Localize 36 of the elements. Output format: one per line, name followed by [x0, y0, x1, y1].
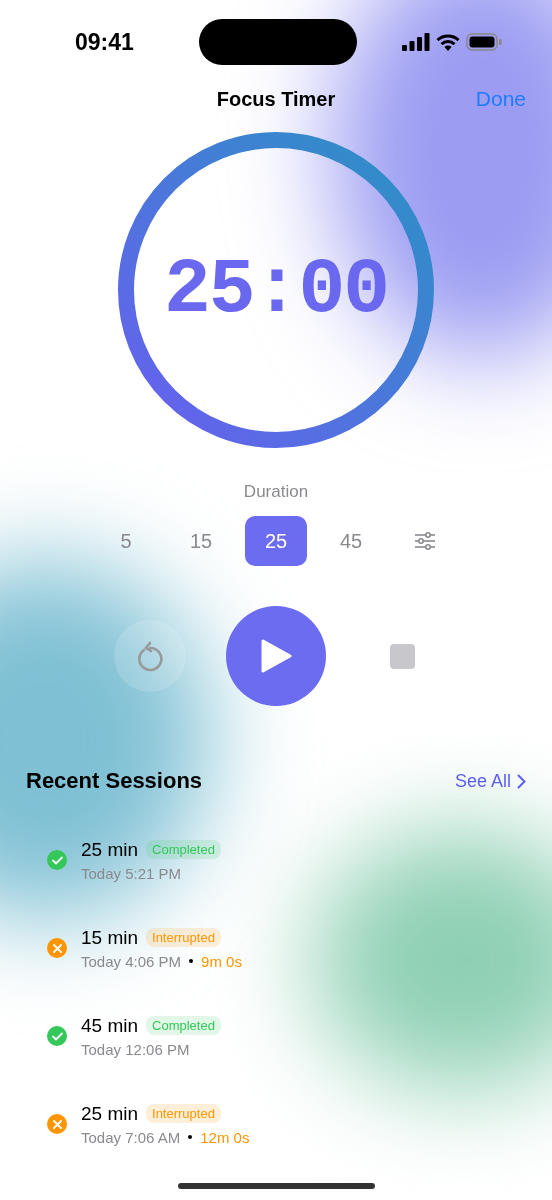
status-badge: Interrupted: [146, 1104, 221, 1123]
check-icon: [51, 855, 63, 865]
session-time: Today 5:21 PM: [81, 864, 182, 882]
duration-option[interactable]: 25: [245, 516, 307, 566]
session-time: Today 7:06 AM: [81, 1128, 181, 1146]
check-icon: [51, 1031, 63, 1041]
status-badge: Completed: [146, 840, 221, 859]
duration-option[interactable]: 45: [320, 516, 382, 566]
session-duration: 45 min: [81, 1014, 139, 1037]
nav-title: Focus Timer: [216, 87, 336, 111]
session-duration: 25 min: [81, 838, 139, 861]
battery-icon: [466, 33, 502, 51]
bullet-icon: [188, 1135, 193, 1139]
see-all-link[interactable]: See All: [454, 770, 526, 792]
duration-option[interactable]: 5: [95, 516, 157, 566]
elapsed-time: 12m 0s: [200, 1128, 250, 1146]
session-time: Today 4:06 PM: [81, 952, 182, 970]
wifi-icon: [436, 33, 460, 51]
status-badge: Completed: [146, 1016, 221, 1035]
status-badge: Interrupted: [146, 928, 221, 947]
signal-icon: [402, 33, 430, 51]
duration-label: Duration: [243, 482, 309, 502]
bullet-icon: [189, 959, 194, 963]
play-icon: [260, 638, 292, 674]
x-icon: [52, 1119, 62, 1129]
duration-option[interactable]: 15: [170, 516, 232, 566]
chevron-right-icon: [517, 773, 526, 789]
session-duration: 25 min: [81, 1102, 139, 1125]
elapsed-time: 9m 0s: [201, 952, 242, 970]
status-time: 09:41: [75, 28, 134, 56]
x-icon: [52, 943, 62, 953]
session-time: Today 12:06 PM: [81, 1040, 190, 1058]
reset-icon: [135, 640, 165, 672]
session-duration: 15 min: [81, 926, 139, 949]
section-title: Recent Sessions: [26, 768, 203, 794]
timer-display: 25:00: [163, 246, 388, 334]
